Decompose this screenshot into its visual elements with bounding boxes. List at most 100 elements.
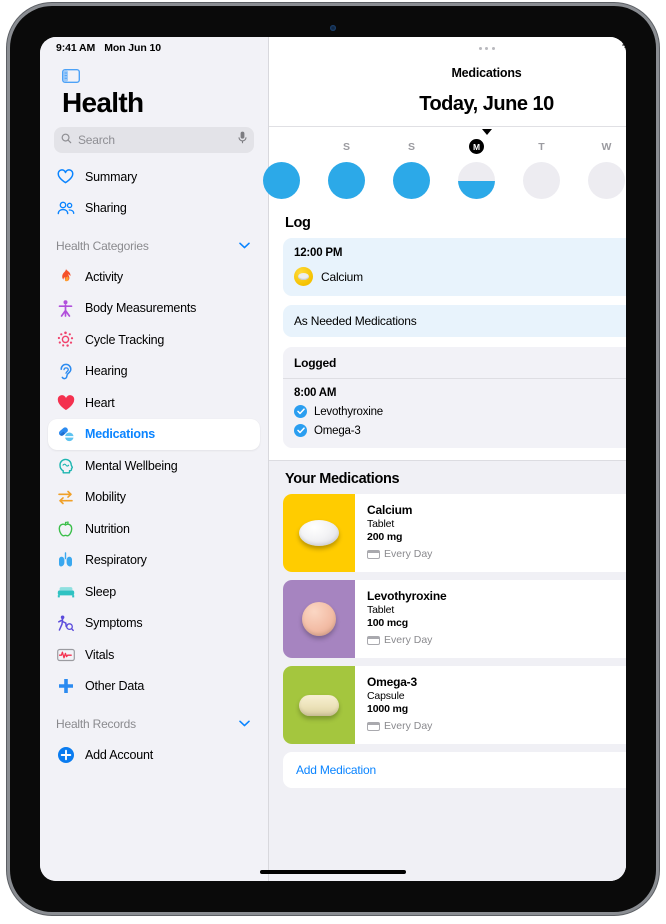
sidebar-item-label: Add Account	[85, 747, 153, 762]
medication-name: Levothyroxine	[367, 589, 447, 603]
heart-filled-icon	[56, 393, 75, 412]
upcoming-dose-card[interactable]: 12:00 PM + Calcium	[283, 238, 626, 296]
medication-thumbnail	[283, 580, 355, 658]
front-camera	[330, 25, 336, 31]
sidebar-item-summary[interactable]: Summary	[48, 161, 260, 193]
search-icon	[61, 131, 72, 149]
day-cell[interactable]: T	[509, 139, 574, 199]
add-medication-button[interactable]: Add Medication	[283, 752, 626, 788]
heart-outline-icon	[56, 167, 75, 186]
search-input[interactable]: Search	[54, 127, 254, 153]
medication-dose: 100 mcg	[367, 617, 408, 629]
day-label: S	[342, 140, 350, 153]
sidebar-section-health-records[interactable]: Health Records	[48, 709, 260, 739]
sidebar-item-sharing[interactable]: Sharing	[48, 193, 260, 225]
symptoms-icon	[56, 614, 75, 633]
day-progress-circle	[523, 162, 560, 199]
sidebar-item-vitals[interactable]: Vitals	[48, 639, 260, 671]
sidebar-item-other-data[interactable]: Other Data	[48, 671, 260, 703]
day-label: S	[407, 140, 415, 153]
body-icon	[56, 299, 75, 318]
round-pill-graphic	[302, 602, 336, 636]
sidebar-item-activity[interactable]: Activity	[48, 261, 260, 293]
sidebar-item-mobility[interactable]: Mobility	[48, 482, 260, 514]
sidebar-item-label: Heart	[85, 395, 115, 410]
medication-thumbnail	[283, 666, 355, 744]
vitals-waveform-icon	[56, 645, 75, 664]
sidebar-item-label: Cycle Tracking	[85, 332, 165, 347]
sidebar-item-mental-wellbeing[interactable]: Mental Wellbeing	[48, 450, 260, 482]
medication-name: Calcium	[367, 503, 413, 517]
medication-card-levothyroxine[interactable]: Levothyroxine Tablet 100 mcg Every Day ›	[283, 580, 626, 658]
sidebar-item-symptoms[interactable]: Symptoms	[48, 608, 260, 640]
day-cell[interactable]: S	[379, 139, 444, 199]
main-panel: 100% Medications Today, June 10 S	[263, 37, 626, 881]
logged-item: Omega-3	[294, 424, 626, 437]
apple-icon	[56, 519, 75, 538]
sidebar-item-add-account[interactable]: Add Account	[48, 739, 260, 771]
home-indicator[interactable]	[260, 870, 406, 874]
logged-item-name: Levothyroxine	[314, 405, 383, 418]
medication-card-omega-3[interactable]: Omega-3 Capsule 1000 mg Every Day ›	[283, 666, 626, 744]
day-label: W	[601, 140, 612, 153]
day-progress-circle	[458, 162, 495, 199]
sidebar-item-body-measurements[interactable]: Body Measurements	[48, 293, 260, 325]
day-strip-row[interactable]: S S M T W	[249, 127, 626, 199]
sidebar: 9:41 AM Mon Jun 10 Health Search Summary…	[40, 37, 268, 881]
your-medications-header: Your Medications	[285, 471, 400, 487]
ipad-device-frame: 9:41 AM Mon Jun 10 Health Search Summary…	[10, 6, 656, 912]
medication-form: Tablet	[367, 604, 395, 616]
tablet-pill-graphic	[299, 520, 339, 546]
calendar-icon	[367, 721, 380, 731]
selected-day-caret-icon	[481, 129, 492, 135]
section-label: Health Categories	[56, 239, 149, 253]
sidebar-item-medications[interactable]: Medications	[48, 418, 260, 450]
sidebar-item-respiratory[interactable]: Respiratory	[48, 545, 260, 577]
checkmark-icon	[294, 405, 307, 418]
sidebar-item-cycle-tracking[interactable]: Cycle Tracking	[48, 324, 260, 356]
flame-icon	[56, 267, 75, 286]
day-cell[interactable]	[249, 139, 314, 199]
day-cell[interactable]: W	[574, 139, 626, 199]
sidebar-item-hearing[interactable]: Hearing	[48, 356, 260, 388]
day-cell-today[interactable]: M	[444, 139, 509, 199]
sidebar-toggle-button[interactable]	[40, 59, 268, 85]
microphone-icon[interactable]	[238, 131, 247, 149]
medication-frequency-label: Every Day	[384, 548, 433, 560]
log-section: Log 12:00 PM + Calcium As Needed Medicat…	[269, 209, 626, 460]
sidebar-item-sleep[interactable]: Sleep	[48, 576, 260, 608]
search-placeholder: Search	[78, 133, 115, 147]
sidebar-item-heart[interactable]: Heart	[48, 387, 260, 419]
sidebar-item-label: Symptoms	[85, 616, 143, 631]
chevron-down-icon[interactable]	[239, 240, 250, 252]
current-date-heading: Today, June 10	[419, 93, 554, 115]
log-header: Log	[285, 215, 311, 231]
medication-dose: 200 mg	[367, 531, 403, 543]
medication-form: Capsule	[367, 690, 405, 702]
day-strip: S S M T W	[263, 126, 626, 209]
status-bar-right: 100%	[269, 37, 626, 59]
sidebar-item-nutrition[interactable]: Nutrition	[48, 513, 260, 545]
multitasking-dots-icon[interactable]	[478, 46, 495, 50]
cycle-icon	[56, 330, 75, 349]
logged-card: Logged 8:00 AM 1h ago ›	[283, 347, 626, 448]
ipad-screen: 9:41 AM Mon Jun 10 Health Search Summary…	[40, 37, 626, 881]
day-cell[interactable]: S	[314, 139, 379, 199]
bed-icon	[56, 582, 75, 601]
logged-entry[interactable]: 8:00 AM 1h ago › Levothyroxine	[283, 378, 626, 448]
medication-card-calcium[interactable]: Calcium Tablet 200 mg Every Day ›	[283, 494, 626, 572]
sidebar-section-health-categories[interactable]: Health Categories	[48, 231, 260, 261]
mobility-arrows-icon	[56, 488, 75, 507]
plus-cross-icon	[56, 677, 75, 696]
brain-head-icon	[56, 456, 75, 475]
chevron-down-icon[interactable]	[239, 718, 250, 730]
sidebar-item-label: Sharing	[85, 201, 127, 216]
sidebar-item-label: Sleep	[85, 584, 116, 599]
your-medications-section: Your Medications Edit Calcium Tablet 200…	[269, 460, 626, 881]
sidebar-nav-list: Summary Sharing Health Categories Activi…	[40, 159, 268, 881]
pills-icon	[56, 425, 75, 444]
as-needed-medications-row[interactable]: As Needed Medications +	[283, 305, 626, 337]
status-time: 9:41 AM	[56, 42, 96, 54]
main-scroll-area[interactable]: Log 12:00 PM + Calcium As Needed Medicat…	[269, 209, 626, 881]
sidebar-item-label: Body Measurements	[85, 301, 197, 316]
